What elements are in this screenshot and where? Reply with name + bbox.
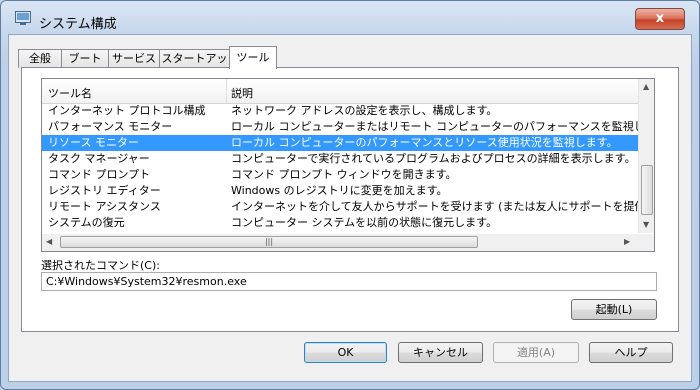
column-header-description[interactable]: 説明	[231, 85, 253, 101]
list-item-selected[interactable]: リソース モニター ローカル コンピューターのパフォーマンスとリソース使用状況を…	[42, 135, 638, 151]
system-config-icon	[15, 11, 31, 25]
tool-description: ローカル コンピューターまたはリモート コンピューターのパフォーマンスを監視しま…	[231, 120, 655, 133]
column-header-tool-name[interactable]: ツール名	[48, 85, 92, 101]
close-button[interactable]: x	[635, 8, 685, 30]
window-title: システム構成	[39, 17, 117, 32]
launch-button[interactable]: 起動(L)	[571, 299, 657, 320]
list-item[interactable]: パフォーマンス モニター ローカル コンピューターまたはリモート コンピューター…	[42, 119, 654, 135]
tab-tools[interactable]: ツール	[229, 46, 277, 69]
apply-button[interactable]: 適用(A)	[493, 342, 579, 363]
tool-description: コンピューターで実行されているプログラムおよびプロセスの詳細を表示します。	[231, 152, 636, 165]
vertical-scroll-thumb[interactable]	[641, 165, 653, 215]
tool-description: Windows のレジストリに変更を加えます。	[231, 184, 448, 197]
tool-name: システムの復元	[48, 216, 125, 229]
list-item[interactable]: タスク マネージャー コンピューターで実行されているプログラムおよびプロセスの詳…	[42, 151, 638, 167]
list-item[interactable]: リモート アシスタンス インターネットを介して友人からサポートを受けます (また…	[42, 199, 654, 215]
tool-name: レジストリ エディター	[48, 184, 161, 197]
horizontal-scrollbar[interactable]: ◀ ||| ▶	[42, 234, 638, 251]
list-item[interactable]: インターネット プロトコル構成 ネットワーク アドレスの設定を表示し、構成します…	[42, 103, 638, 119]
list-item[interactable]: システムの復元 コンピューター システムを以前の状態に復元します。	[42, 215, 638, 231]
list-item[interactable]: コマンド プロンプト コマンド プロンプト ウィンドウを開きます。	[42, 167, 638, 183]
scrollbar-corner	[638, 234, 654, 251]
selected-command-field[interactable]: C:¥Windows¥System32¥resmon.exe	[41, 272, 657, 291]
list-header: ツール名 説明	[42, 79, 638, 104]
tool-name: リモート アシスタンス	[48, 200, 161, 213]
tool-description: ネットワーク アドレスの設定を表示し、構成します。	[231, 104, 498, 117]
tools-list[interactable]: ツール名 説明 インターネット プロトコル構成 ネットワーク アドレスの設定を表…	[41, 78, 655, 252]
tab-services[interactable]: サービス	[108, 49, 160, 68]
tool-name: コマンド プロンプト	[48, 168, 151, 181]
scroll-right-icon[interactable]: ▶	[624, 237, 630, 246]
tool-name: インターネット プロトコル構成	[48, 104, 206, 117]
vertical-scrollbar[interactable]: ▲ ▼	[638, 79, 654, 233]
scroll-down-icon[interactable]: ▼	[643, 220, 649, 229]
tool-name: パフォーマンス モニター	[48, 120, 173, 133]
tool-description: コマンド プロンプト ウィンドウを開きます。	[231, 168, 457, 181]
scroll-up-icon[interactable]: ▲	[643, 82, 649, 91]
tool-name: タスク マネージャー	[48, 152, 150, 165]
tool-description: ローカル コンピューターのパフォーマンスとリソース使用状況を監視します。	[231, 136, 618, 149]
column-divider[interactable]	[226, 79, 227, 103]
list-item[interactable]: レジストリ エディター Windows のレジストリに変更を加えます。	[42, 183, 638, 199]
selected-command-label: 選択されたコマンド(C):	[41, 259, 160, 272]
tab-general[interactable]: 全般	[18, 49, 62, 68]
scroll-left-icon[interactable]: ◀	[46, 237, 52, 246]
ok-button[interactable]: OK	[304, 342, 387, 363]
tool-description: コンピューター システムを以前の状態に復元します。	[231, 216, 498, 229]
horizontal-scroll-thumb[interactable]: |||	[60, 236, 478, 248]
title-bar[interactable]: システム構成	[1, 1, 699, 32]
close-icon: x	[655, 11, 665, 26]
cancel-button[interactable]: キャンセル	[398, 342, 483, 363]
tool-name: リソース モニター	[48, 136, 139, 149]
tab-startup[interactable]: スタートアップ	[159, 49, 230, 83]
tab-boot[interactable]: ブート	[61, 49, 109, 68]
help-button[interactable]: ヘルプ	[589, 342, 673, 363]
tool-description: インターネットを介して友人からサポートを受けます (または友人にサポートを提供し…	[231, 200, 655, 213]
